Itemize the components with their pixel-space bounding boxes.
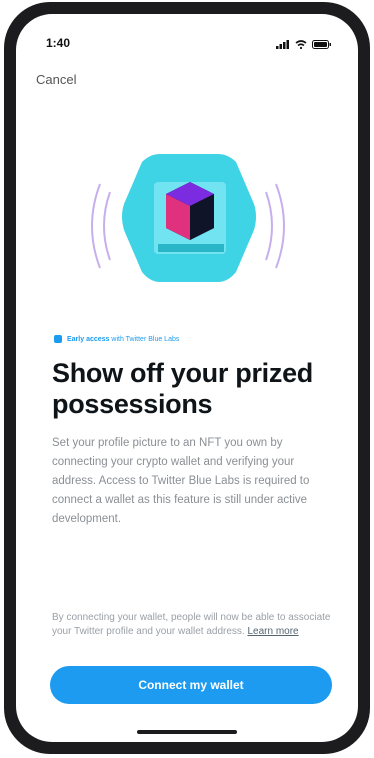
learn-more-link[interactable]: Learn more: [247, 626, 298, 637]
description: Set your profile picture to an NFT you o…: [52, 437, 310, 525]
badge-icon: [54, 335, 62, 343]
screen: 1:40 Cancel Early access with Twitter Bl…: [16, 14, 358, 742]
nft-hero-illustration: [78, 144, 298, 304]
wifi-icon: [295, 36, 307, 54]
status-time: 1:40: [46, 36, 71, 50]
battery-icon: [312, 36, 332, 54]
wallet-disclaimer: By connecting your wallet, people will n…: [52, 611, 334, 639]
badge-bold-label: Early access: [67, 335, 110, 343]
cancel-button[interactable]: Cancel: [36, 72, 76, 87]
connect-wallet-button[interactable]: Connect my wallet: [50, 666, 332, 704]
page-title: Show off your prized possessions: [52, 358, 313, 419]
home-indicator: [137, 730, 237, 734]
phone-frame: 1:40 Cancel Early access with Twitter Bl…: [4, 2, 370, 754]
signal-icon: [276, 36, 290, 54]
early-access-badge: Early access with Twitter Blue Labs: [54, 335, 179, 343]
status-icons: [276, 36, 332, 54]
badge-label: with Twitter Blue Labs: [111, 335, 180, 343]
